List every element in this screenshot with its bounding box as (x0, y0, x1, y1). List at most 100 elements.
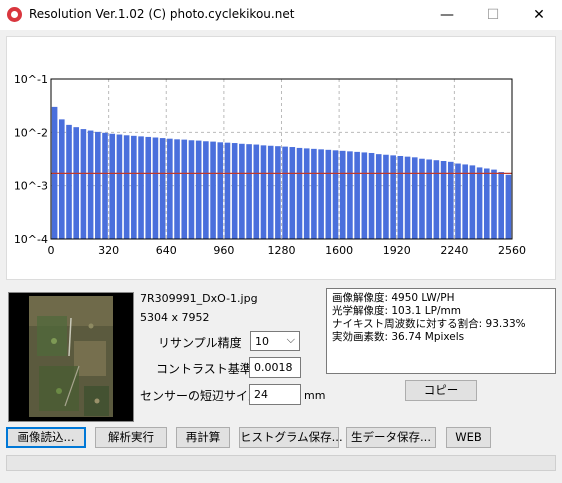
chart-bar (426, 159, 432, 239)
result-effective-pixels: 実効画素数: 36.74 Mpixels (332, 331, 465, 343)
x-tick-label: 0 (48, 244, 55, 257)
sensor-size-label: センサーの短辺サイズ (140, 389, 260, 403)
copy-button[interactable]: コピー (405, 380, 477, 401)
chart-bar (152, 137, 159, 239)
result-image-resolution: 画像解像度: 4950 LW/PH (332, 292, 455, 304)
chart-bar (440, 161, 447, 239)
chart-bar (303, 148, 310, 239)
chart-bar (87, 130, 94, 239)
chart-bar (66, 124, 72, 239)
chart-bar (80, 129, 87, 239)
chart-bar (339, 150, 346, 239)
sensor-size-input[interactable]: 24 (249, 384, 301, 405)
sensor-unit: mm (304, 389, 326, 402)
mtf-chart: 10^-1 10^-2 10^-3 10^-4 0 320 640 960 1280 1600 1… (14, 73, 526, 257)
chart-bar (289, 147, 296, 239)
result-optical-resolution: 光学解像度: 103.1 LP/mm (332, 305, 461, 317)
x-tick-label: 320 (98, 244, 119, 257)
save-histogram-button[interactable]: ヒストグラム保存... (239, 427, 343, 448)
y-tick-label: 10^-4 (14, 233, 48, 246)
image-dimensions: 5304 x 7952 (140, 311, 210, 324)
y-tick-label: 10^-1 (14, 73, 48, 86)
app-icon (7, 7, 22, 22)
chart-bar (217, 142, 224, 239)
chart-bar (419, 158, 425, 239)
analyze-button[interactable]: 解析実行 (95, 427, 167, 448)
x-tick-label: 640 (156, 244, 177, 257)
chart-bar (181, 139, 188, 239)
close-button[interactable]: ✕ (516, 0, 562, 30)
chart-bar (491, 169, 497, 239)
chart-bar (145, 136, 152, 239)
chart-bar (390, 155, 396, 239)
resample-label: リサンプル精度 (158, 336, 242, 350)
chart-bar (260, 145, 267, 239)
chart-bar (455, 163, 461, 239)
x-tick-label: 2560 (498, 244, 526, 257)
contrast-input[interactable]: 0.0018 (249, 357, 301, 378)
chart-bar (354, 151, 360, 239)
chart-bar (433, 160, 440, 239)
chart-bar (239, 143, 245, 239)
chart-bar (131, 135, 137, 239)
save-raw-data-button[interactable]: 生データ保存... (346, 427, 436, 448)
result-nyquist-ratio: ナイキスト周波数に対する割合: 93.33% (332, 318, 526, 330)
contrast-label: コントラスト基準値 (156, 362, 264, 376)
chart-bar (505, 174, 512, 239)
progress-bar (6, 455, 556, 471)
chart-bar (404, 156, 411, 239)
chevron-down-icon: ⌵ (286, 333, 295, 346)
chart-bar (231, 143, 238, 239)
chart-bar (203, 141, 209, 239)
x-tick-label: 1600 (325, 244, 353, 257)
chart-bar (498, 172, 504, 239)
chart-bar (167, 138, 173, 239)
title-bar: Resolution Ver.1.02 (C) photo.cyclekikou… (0, 0, 562, 30)
recalculate-button[interactable]: 再計算 (176, 427, 230, 448)
x-tick-label: 960 (213, 244, 234, 257)
x-tick-label: 1920 (383, 244, 411, 257)
minimize-button[interactable]: — (424, 0, 470, 30)
chart-bar (311, 148, 317, 239)
maximize-button[interactable]: ☐ (470, 0, 516, 30)
chart-bar (361, 152, 368, 239)
chart-bar (325, 149, 332, 239)
chart-bar (368, 152, 375, 239)
image-thumbnail (8, 292, 134, 422)
chart-bar (267, 145, 274, 239)
chart-bar (476, 167, 483, 239)
chart-bar (462, 164, 468, 239)
chart-bar (253, 144, 260, 239)
load-image-button[interactable]: 画像読込... (6, 427, 86, 448)
chart-bar (332, 150, 339, 239)
window-title: Resolution Ver.1.02 (C) photo.cyclekikou… (29, 7, 295, 21)
chart-bar (138, 136, 144, 239)
results-box: 画像解像度: 4950 LW/PH 光学解像度: 103.1 LP/mm ナイキ… (326, 288, 556, 374)
chart-bar (159, 138, 166, 239)
web-button[interactable]: WEB (446, 427, 491, 448)
chart-bar (195, 140, 202, 239)
chart-bar (59, 119, 65, 239)
chart-bar (411, 157, 418, 239)
chart-bar (116, 134, 123, 239)
chart-bar (383, 154, 389, 239)
resample-select[interactable]: 10 ⌵ (250, 331, 300, 351)
y-tick-label: 10^-3 (14, 180, 48, 193)
chart-bar (224, 142, 231, 239)
x-tick-label: 1280 (268, 244, 296, 257)
thumbnail-photo (29, 296, 113, 417)
chart-bar (296, 147, 303, 239)
chart-bar (375, 154, 382, 239)
chart-bar (73, 127, 80, 239)
chart-bar (246, 144, 252, 239)
chart-bar (109, 133, 116, 239)
chart-bar (318, 149, 324, 239)
x-tick-label: 2240 (440, 244, 468, 257)
image-filename: 7R309991_DxO-1.jpg (140, 292, 258, 305)
resample-value: 10 (255, 335, 269, 348)
chart-bar (282, 146, 288, 239)
chart-bar (102, 132, 108, 239)
chart-bar (188, 140, 195, 239)
chart-bar (469, 165, 476, 239)
chart-bar (397, 155, 404, 239)
